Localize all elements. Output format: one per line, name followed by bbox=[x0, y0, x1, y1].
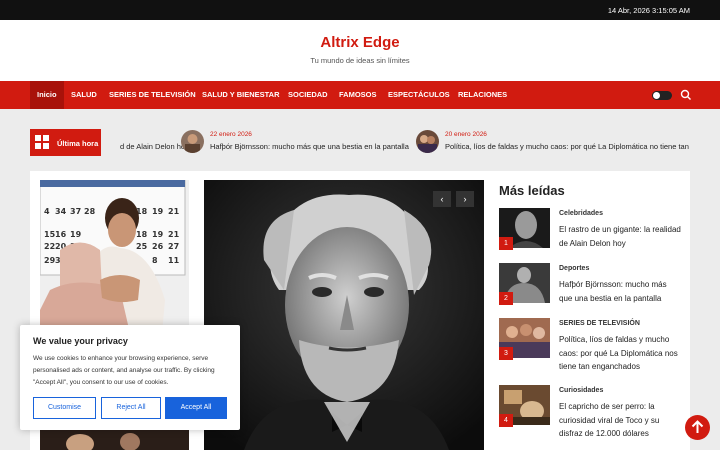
most-read-item[interactable]: 4 Curiosidades El capricho de ser perro:… bbox=[499, 385, 690, 438]
most-read-item[interactable]: 3 SERIES DE TELEVISIÓN Política, líos de… bbox=[499, 318, 690, 371]
grid-icon bbox=[35, 135, 49, 149]
customise-button[interactable]: Customise bbox=[33, 397, 96, 419]
rank-badge: 2 bbox=[499, 292, 513, 305]
nav-item-series[interactable]: SERIES DE TELEVISIÓN bbox=[109, 81, 196, 109]
breaking-news-ticker: Última hora d de Alain Delon hoy 22 ener… bbox=[30, 127, 690, 157]
ticker-thumb[interactable] bbox=[181, 130, 204, 153]
svg-text:8: 8 bbox=[152, 256, 158, 265]
nav-item-relaciones[interactable]: RELACIONES bbox=[458, 81, 507, 109]
most-read-heading: Más leídas bbox=[499, 183, 565, 198]
site-title[interactable]: Altrix Edge bbox=[0, 34, 720, 51]
svg-text:29: 29 bbox=[44, 256, 56, 265]
cookie-heading: We value your privacy bbox=[33, 336, 128, 346]
reject-all-button[interactable]: Reject All bbox=[101, 397, 161, 419]
article-image-2[interactable] bbox=[40, 430, 189, 450]
svg-text:27: 27 bbox=[168, 242, 179, 251]
back-to-top-button[interactable] bbox=[685, 415, 710, 440]
article-title[interactable]: El capricho de ser perro: la curiosidad … bbox=[559, 400, 681, 441]
arrow-up-icon bbox=[691, 420, 704, 433]
article-title[interactable]: Política, líos de faldas y mucho caos: p… bbox=[559, 333, 681, 374]
svg-text:28: 28 bbox=[84, 207, 96, 216]
svg-text:11: 11 bbox=[168, 256, 180, 265]
ticker-label: Última hora bbox=[57, 139, 99, 148]
rank-badge: 1 bbox=[499, 237, 513, 250]
nav-item-salud-bienestar[interactable]: SALUD Y BIENESTAR bbox=[202, 81, 280, 109]
cookie-body: We use cookies to enhance your browsing … bbox=[33, 355, 215, 387]
ticker-item-text[interactable]: Política, líos de faldas y mucho caos: p… bbox=[445, 142, 690, 151]
old-man-portrait bbox=[204, 180, 484, 450]
nav-item-salud[interactable]: SALUD bbox=[71, 81, 97, 109]
svg-text:26: 26 bbox=[152, 242, 164, 251]
nav-item-sociedad[interactable]: SOCIEDAD bbox=[288, 81, 328, 109]
site-header: Altrix Edge Tu mundo de ideas sin límite… bbox=[0, 20, 720, 81]
nav-item-espectaculos[interactable]: ESPECTÁCULOS bbox=[388, 81, 450, 109]
article-category[interactable]: SERIES DE TELEVISIÓN bbox=[559, 320, 640, 327]
top-bar: 14 Abr, 2026 3:15:05 AM bbox=[0, 0, 720, 20]
slider-prev-button[interactable]: ‹ bbox=[433, 191, 451, 207]
svg-text:16: 16 bbox=[55, 230, 67, 239]
ticker-badge: Última hora bbox=[30, 129, 101, 156]
article-title[interactable]: Hafþór Björnsson: mucho más que una best… bbox=[559, 278, 681, 305]
toggle-knob bbox=[653, 92, 660, 99]
ticker-item-text[interactable]: Hafþór Björnsson: mucho más que una best… bbox=[210, 142, 410, 151]
dark-mode-toggle[interactable] bbox=[652, 91, 672, 100]
article-category[interactable]: Deportes bbox=[559, 265, 589, 272]
svg-text:21: 21 bbox=[168, 207, 180, 216]
rank-badge: 3 bbox=[499, 347, 513, 360]
ticker-item-date: 22 enero 2026 bbox=[210, 131, 252, 138]
most-read-item[interactable]: 2 Deportes Hafþór Björnsson: mucho más q… bbox=[499, 263, 690, 305]
main-nav: Inicio SALUD SERIES DE TELEVISIÓN SALUD … bbox=[0, 81, 720, 109]
cookie-consent-dialog: We value your privacy We use cookies to … bbox=[20, 325, 240, 430]
site-tagline: Tu mundo de ideas sin límites bbox=[310, 56, 410, 65]
accept-all-button[interactable]: Accept All bbox=[165, 397, 227, 419]
svg-text:34: 34 bbox=[55, 207, 67, 216]
nav-item-inicio[interactable]: Inicio bbox=[30, 81, 64, 109]
search-icon[interactable] bbox=[679, 88, 693, 102]
svg-text:25: 25 bbox=[136, 242, 148, 251]
article-category[interactable]: Celebridades bbox=[559, 210, 603, 217]
svg-text:15: 15 bbox=[44, 230, 56, 239]
svg-text:22: 22 bbox=[44, 242, 55, 251]
svg-text:37: 37 bbox=[70, 207, 81, 216]
article-category[interactable]: Curiosidades bbox=[559, 387, 603, 394]
svg-text:19: 19 bbox=[152, 230, 164, 239]
svg-text:4: 4 bbox=[44, 207, 50, 216]
ticker-thumb[interactable] bbox=[416, 130, 439, 153]
svg-text:19: 19 bbox=[70, 230, 82, 239]
most-read-item[interactable]: 1 Celebridades El rastro de un gigante: … bbox=[499, 208, 690, 250]
svg-text:21: 21 bbox=[168, 230, 180, 239]
ticker-item-date: 20 enero 2026 bbox=[445, 131, 487, 138]
slider-next-button[interactable]: › bbox=[456, 191, 474, 207]
current-datetime: 14 Abr, 2026 3:15:05 AM bbox=[607, 6, 690, 15]
article-title[interactable]: El rastro de un gigante: la realidad de … bbox=[559, 223, 681, 250]
svg-text:18: 18 bbox=[136, 230, 148, 239]
nav-item-famosos[interactable]: FAMOSOS bbox=[339, 81, 377, 109]
svg-text:19: 19 bbox=[152, 207, 164, 216]
rank-badge: 4 bbox=[499, 414, 513, 427]
hero-slider[interactable] bbox=[204, 180, 484, 450]
